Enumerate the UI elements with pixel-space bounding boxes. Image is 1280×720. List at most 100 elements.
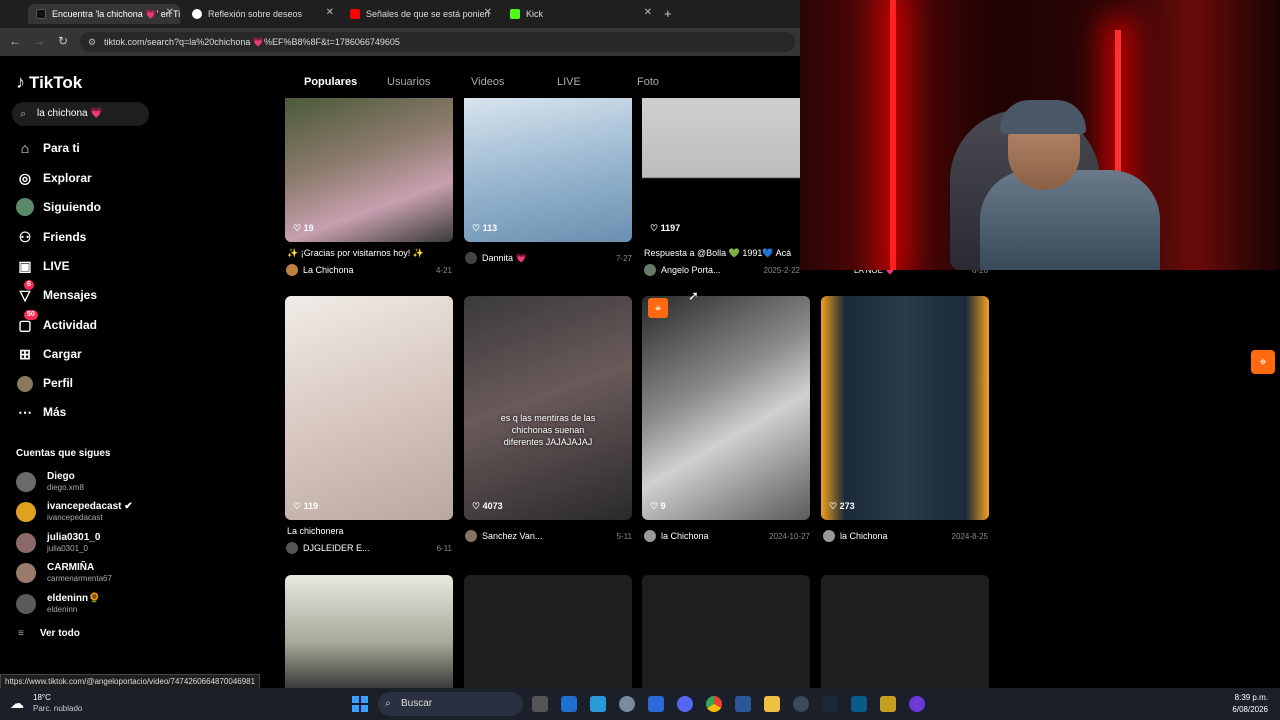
close-icon[interactable]: ✕ <box>644 7 652 18</box>
video-card[interactable] <box>285 575 453 688</box>
video-card[interactable]: ♡ 19 <box>285 98 453 242</box>
clock-date[interactable]: 6/08/2026 <box>1210 705 1268 714</box>
store-icon[interactable] <box>561 696 577 712</box>
teams-icon[interactable] <box>590 696 606 712</box>
sidebar-item-live[interactable]: ▣ LIVE <box>16 255 69 277</box>
video-author[interactable]: La Chichona <box>286 263 354 277</box>
taskbar-search[interactable]: ⌕ Buscar <box>378 692 523 716</box>
defender-icon[interactable] <box>648 696 664 712</box>
capture-icon[interactable]: ⌖ <box>648 298 668 318</box>
sidebar-item-para-ti[interactable]: ⌂ Para ti <box>16 137 80 159</box>
forward-icon[interactable]: → <box>31 34 47 48</box>
tab-title: Kick <box>526 9 544 19</box>
sidebar-item-label: Mensajes <box>43 288 98 302</box>
back-icon[interactable]: ← <box>7 34 23 48</box>
search-icon: ⌕ <box>20 108 27 120</box>
word-icon[interactable] <box>735 696 751 712</box>
weather-desc[interactable]: Parc. nublado <box>33 704 82 713</box>
video-card[interactable]: ⌖ ♡ 9 <box>642 296 810 520</box>
video-author[interactable]: DJGLEIDER E... <box>286 541 370 555</box>
new-tab-button[interactable]: + <box>664 6 672 21</box>
app-icon[interactable] <box>793 696 809 712</box>
video-author[interactable]: Dannita 💗 <box>465 251 527 265</box>
capture-icon[interactable]: ⌖ <box>1251 350 1275 374</box>
tiktok-logo[interactable]: ♪ TikTok <box>16 72 82 93</box>
sidebar-item-siguiendo[interactable]: Siguiendo <box>16 196 101 218</box>
close-icon[interactable]: ✕ <box>166 7 174 18</box>
tab-populares[interactable]: Populares <box>304 76 357 88</box>
browser-tab-reflexion[interactable]: Reflexión sobre deseos ✕ <box>184 4 340 24</box>
sidebar-item-cargar[interactable]: ⊞ Cargar <box>16 343 82 365</box>
video-caption[interactable]: Respuesta a @Bolla 💚 1991💙 Acá <box>644 248 800 259</box>
friends-icon: ⚇ <box>18 228 32 245</box>
browser-tab-kick[interactable]: Kick ✕ <box>502 4 658 24</box>
browser-tab-tiktok[interactable]: Encuentra 'la chichona 💗' en Ti ✕ <box>28 4 180 24</box>
video-card[interactable]: ♡ 273 <box>821 296 989 520</box>
avatar <box>16 563 36 583</box>
upload-icon: ⊞ <box>19 345 31 362</box>
sidebar-item-mas[interactable]: ⋯ Más <box>16 401 66 423</box>
tab-usuarios[interactable]: Usuarios <box>387 76 430 88</box>
weather-temp[interactable]: 18°C <box>33 693 51 702</box>
close-icon[interactable]: ✕ <box>326 7 334 18</box>
steam-icon[interactable] <box>822 696 838 712</box>
youtube-favicon <box>350 9 360 19</box>
tab-foto[interactable]: Foto <box>637 76 659 88</box>
video-card[interactable]: ♡ 119 <box>285 296 453 520</box>
account-username: eldeninn <box>47 605 78 614</box>
chrome-icon[interactable] <box>706 696 722 712</box>
tab-videos[interactable]: Videos <box>471 76 504 88</box>
video-card-placeholder <box>642 575 810 688</box>
browser-tab-youtube[interactable]: Señales de que se está ponien ✕ <box>342 4 498 24</box>
following-account[interactable]: julia0301_0 julia0301_0 <box>16 531 100 555</box>
following-account[interactable]: eldeninn🌻 eldeninn <box>16 592 101 616</box>
clock-time[interactable]: 8:39 p.m. <box>1210 693 1268 702</box>
close-icon[interactable]: ✕ <box>484 7 492 18</box>
avatar <box>644 530 656 542</box>
sidebar-item-perfil[interactable]: Perfil <box>16 372 73 394</box>
discord-icon[interactable] <box>677 696 693 712</box>
url-input[interactable]: ⚙ tiktok.com/search?q=la%20chichona 💗%EF… <box>80 32 795 52</box>
app-icon[interactable] <box>880 696 896 712</box>
video-card[interactable]: es q las mentiras de las chichonas suena… <box>464 296 632 520</box>
sidebar-item-mensajes[interactable]: ▽ 6 Mensajes <box>16 279 98 306</box>
video-caption[interactable]: ✨ ¡Gracias por visitarnos hoy! ✨ <box>287 248 452 259</box>
see-all-button[interactable]: ≡ Ver todo <box>18 628 80 639</box>
live-icon: ▣ <box>18 257 32 274</box>
video-author[interactable]: Angelo Porta... <box>644 263 721 277</box>
tiktok-favicon <box>36 9 46 19</box>
task-view-icon[interactable] <box>532 696 548 712</box>
windows-start-icon[interactable] <box>352 696 368 712</box>
following-account[interactable]: CARMIÑA carmenarmenta67 <box>16 561 112 585</box>
video-card-placeholder <box>821 575 989 688</box>
messages-badge: 6 <box>24 279 34 290</box>
reload-icon[interactable]: ↻ <box>55 34 71 48</box>
sidebar-item-explorar[interactable]: ◎ Explorar <box>16 167 92 189</box>
sidebar-item-friends[interactable]: ⚇ Friends <box>16 226 87 248</box>
video-date: 5-11 <box>616 532 632 541</box>
site-info-icon[interactable]: ⚙ <box>88 32 96 52</box>
author-name: Dannita 💗 <box>482 252 527 263</box>
app-icon[interactable] <box>851 696 867 712</box>
video-card[interactable]: ♡ 1197 <box>642 98 810 242</box>
settings-icon[interactable] <box>619 696 635 712</box>
chatgpt-favicon <box>192 9 202 19</box>
media-player-icon[interactable] <box>909 696 925 712</box>
video-author[interactable]: la Chichona <box>823 529 888 543</box>
following-account[interactable]: Diego diego.xm8 <box>16 470 84 494</box>
video-author[interactable]: la Chichona <box>644 529 709 543</box>
video-card[interactable]: ♡ 113 <box>464 98 632 242</box>
avatar <box>823 530 835 542</box>
sidebar-item-actividad[interactable]: ▢ 50 Actividad <box>16 309 97 336</box>
account-username: carmenarmenta67 <box>47 574 112 583</box>
account-username: diego.xm8 <box>47 483 84 492</box>
tab-live[interactable]: LIVE <box>557 76 581 88</box>
video-caption[interactable]: La chichonera <box>287 526 452 536</box>
search-input[interactable]: ⌕ la chichona 💗 <box>12 102 149 126</box>
avatar <box>644 264 656 276</box>
status-bar-url: https://www.tiktok.com/@angeloportacio/v… <box>0 674 261 689</box>
author-name: la Chichona <box>661 531 709 541</box>
following-account[interactable]: ivancepedacast ✔ ivancepedacast <box>16 500 133 524</box>
video-author[interactable]: Sanchez Van... <box>465 529 542 543</box>
file-explorer-icon[interactable] <box>764 696 780 712</box>
